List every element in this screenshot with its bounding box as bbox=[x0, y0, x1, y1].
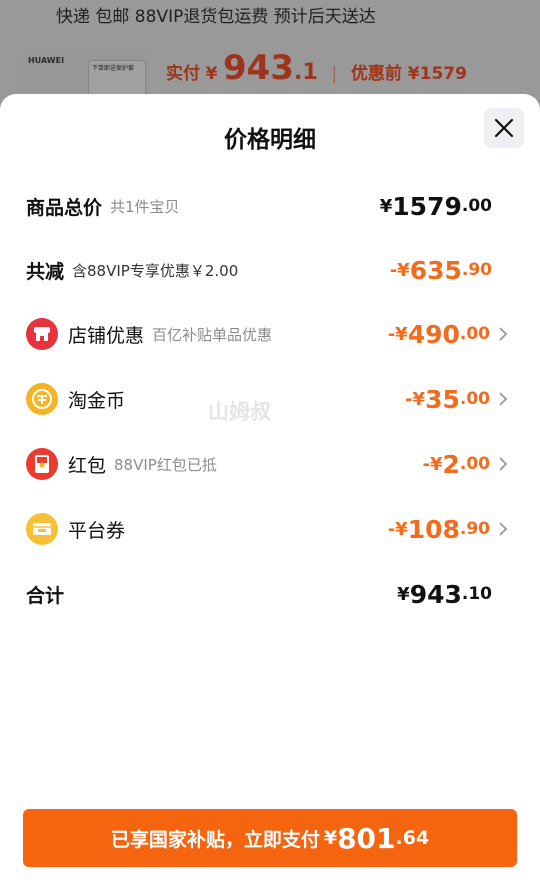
row-sub: 88VIP红包已抵 bbox=[114, 455, 217, 474]
amount-dec: .90 bbox=[459, 519, 490, 539]
chevron-right-icon bbox=[499, 457, 508, 471]
row-sub: 百亿补贴单品优惠 bbox=[152, 325, 273, 344]
amount-currency: ¥ bbox=[397, 583, 410, 605]
row-label: 合计 bbox=[26, 584, 65, 607]
row-amount: -¥ 108.90 bbox=[388, 511, 510, 547]
pay-button-text: 已享国家补贴，立即支付 bbox=[110, 828, 320, 851]
row-amount: -¥ 635.90 bbox=[390, 252, 492, 288]
amount-dec: .90 bbox=[461, 260, 492, 280]
row-grand-total: 合计 ¥943.10 bbox=[26, 576, 514, 612]
pay-button-currency: ¥ bbox=[323, 827, 338, 849]
coupon-icon bbox=[26, 513, 58, 545]
amount-dec: .00 bbox=[459, 389, 490, 409]
row-store-discount[interactable]: 店铺优惠 百亿补贴单品优惠 -¥ 490.00 bbox=[26, 316, 514, 352]
row-amount: -¥ 35.00 bbox=[405, 381, 510, 417]
watermark: 山姆叔 bbox=[208, 400, 271, 424]
chevron-right-icon bbox=[499, 522, 508, 536]
row-total-discount: 共减 含88VIP专享优惠￥2.00 -¥ 635.90 bbox=[26, 252, 514, 288]
row-label: 红包 bbox=[68, 454, 107, 477]
pay-now-button[interactable]: 已享国家补贴，立即支付 ¥801.64 bbox=[23, 809, 517, 867]
row-sub: 共1件宝贝 bbox=[110, 197, 180, 216]
amount-currency: -¥ bbox=[389, 259, 410, 281]
row-label: 店铺优惠 bbox=[68, 324, 145, 347]
amount-dec: .00 bbox=[459, 324, 490, 344]
amount-dec: .10 bbox=[461, 584, 492, 604]
row-amount: ¥1579.00 bbox=[380, 188, 492, 224]
chevron-right-icon bbox=[499, 392, 508, 406]
row-label: 淘金币 bbox=[68, 389, 126, 412]
price-detail-sheet: 价格明细 商品总价 共1件宝贝 ¥1579.00 共减 含88VIP专享优惠￥2… bbox=[0, 94, 540, 889]
row-sub: 含88VIP专享优惠￥2.00 bbox=[72, 261, 239, 280]
sheet-title: 价格明细 bbox=[224, 127, 316, 153]
red-packet-icon bbox=[26, 448, 58, 480]
amount-currency: -¥ bbox=[387, 518, 408, 540]
close-icon bbox=[494, 118, 514, 138]
row-label: 商品总价 bbox=[26, 196, 103, 219]
amount-int: 943 bbox=[409, 579, 462, 609]
row-amount: -¥ 490.00 bbox=[388, 316, 510, 352]
row-label: 共减 bbox=[26, 260, 65, 283]
chevron-right-icon bbox=[499, 327, 508, 341]
row-platform-coupon[interactable]: 平台券 -¥ 108.90 bbox=[26, 511, 514, 547]
coin-icon bbox=[26, 383, 58, 415]
pay-button-int: 801 bbox=[337, 821, 396, 855]
row-red-packet[interactable]: 红包 88VIP红包已抵 -¥ 2.00 bbox=[26, 446, 514, 482]
amount-currency: -¥ bbox=[422, 453, 443, 475]
amount-currency: ¥ bbox=[379, 195, 393, 217]
amount-int: 108 bbox=[407, 514, 460, 544]
amount-currency: -¥ bbox=[405, 388, 426, 410]
row-amount: ¥943.10 bbox=[397, 576, 492, 612]
amount-dec: .00 bbox=[459, 454, 490, 474]
row-goods-total: 商品总价 共1件宝贝 ¥1579.00 bbox=[26, 188, 514, 224]
amount-int: 490 bbox=[407, 319, 460, 349]
amount-currency: -¥ bbox=[387, 323, 408, 345]
close-button[interactable] bbox=[484, 108, 524, 148]
row-amount: -¥ 2.00 bbox=[422, 446, 510, 482]
amount-dec: .00 bbox=[461, 196, 492, 216]
store-icon bbox=[26, 318, 58, 350]
amount-int: 635 bbox=[409, 255, 462, 285]
row-label: 平台券 bbox=[68, 519, 126, 542]
pay-button-dec: .64 bbox=[395, 827, 430, 849]
amount-int: 2 bbox=[442, 449, 460, 479]
amount-int: 35 bbox=[425, 384, 460, 414]
amount-int: 1579 bbox=[392, 191, 462, 221]
